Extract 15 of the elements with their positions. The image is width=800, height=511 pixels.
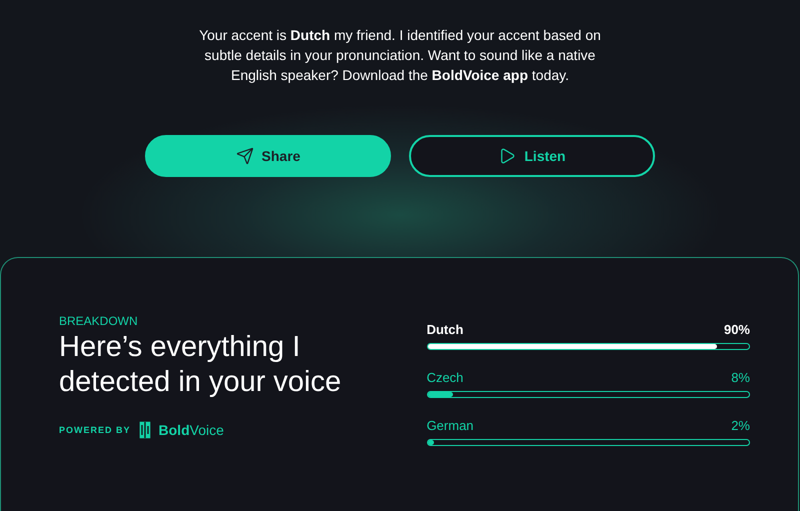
play-icon	[498, 147, 516, 165]
accent-name: Dutch	[426, 322, 464, 337]
share-button[interactable]: Share	[145, 135, 391, 177]
brand-name: BoldVoice	[158, 422, 224, 438]
accent-percentage: 90%	[724, 322, 750, 337]
accent-percentage: 2%	[731, 418, 750, 433]
breakdown-title: Here’s everything I detected in your voice	[59, 330, 342, 400]
accent-percentage: 8%	[731, 370, 750, 385]
accent-name: Czech	[426, 370, 464, 385]
powered-by-label: POWERED BY	[59, 425, 131, 435]
accent-message: Your accent is Dutch my friend. I identified your accent based on subtle details in your pronunciation. Want to sound like a native English speaker? Download the BoldVoice app today.	[198, 26, 602, 85]
section-label: BREAKDOWN	[59, 314, 139, 328]
listen-button[interactable]: Listen	[409, 135, 655, 177]
paper-plane-icon	[236, 147, 254, 165]
accent-name: German	[426, 418, 474, 433]
